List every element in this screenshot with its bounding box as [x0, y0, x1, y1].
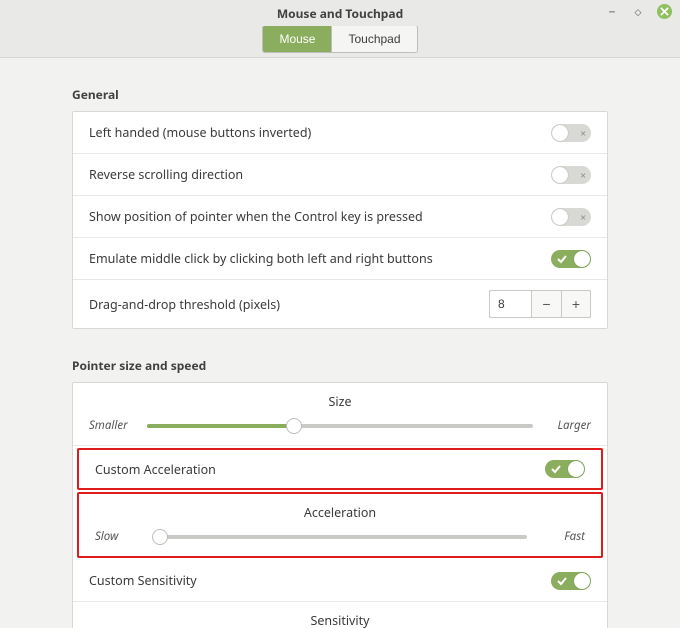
slider-accel-track — [153, 535, 527, 539]
tab-touchpad[interactable]: Touchpad — [331, 26, 416, 52]
label-accel: Acceleration — [95, 504, 585, 521]
tab-group: Mouse Touchpad — [262, 25, 417, 53]
window-title: Mouse and Touchpad — [277, 5, 403, 22]
row-dnd-threshold: Drag-and-drop threshold (pixels) − + — [73, 280, 607, 328]
toggle-custom-sens[interactable] — [551, 572, 591, 590]
panel-pointer: Size Smaller Larger Custom Acceleration — [72, 382, 608, 628]
section-general-title: General — [72, 86, 608, 103]
label-reverse-scroll: Reverse scrolling direction — [89, 166, 243, 183]
row-reverse-scroll: Reverse scrolling direction × — [73, 154, 607, 196]
block-accel: Acceleration Slow Fast — [77, 492, 603, 558]
row-show-position: Show position of pointer when the Contro… — [73, 196, 607, 238]
toggle-custom-accel[interactable] — [545, 460, 585, 478]
toggle-left-handed[interactable]: × — [551, 124, 591, 142]
label-sens: Sensitivity — [89, 612, 591, 628]
label-emulate-middle: Emulate middle click by clicking both le… — [89, 250, 433, 267]
slider-accel[interactable]: Slow Fast — [95, 529, 585, 544]
slider-accel-low: Slow — [95, 529, 143, 544]
row-custom-accel: Custom Acceleration — [77, 448, 603, 490]
panel-general: Left handed (mouse buttons inverted) × R… — [72, 111, 608, 329]
slider-accel-high: Fast — [537, 529, 585, 544]
slider-size-high: Larger — [543, 418, 591, 433]
slider-size-track — [147, 424, 533, 428]
label-custom-accel: Custom Acceleration — [95, 461, 216, 478]
block-sens: Sensitivity Low High — [73, 602, 607, 628]
toggle-show-position[interactable]: × — [551, 208, 591, 226]
window-controls: − ◇ — [605, 4, 672, 19]
label-left-handed: Left handed (mouse buttons inverted) — [89, 124, 311, 141]
stepper-dnd-threshold: − + — [489, 290, 591, 318]
input-dnd-threshold[interactable] — [489, 290, 531, 318]
label-custom-sens: Custom Sensitivity — [89, 572, 197, 589]
minimize-button[interactable]: − — [605, 5, 619, 19]
slider-size[interactable]: Smaller Larger — [89, 418, 591, 433]
titlebar: Mouse and Touchpad − ◇ — [0, 0, 680, 26]
tab-switcher: Mouse Touchpad — [0, 26, 680, 58]
button-dnd-dec[interactable]: − — [531, 290, 561, 318]
label-size: Size — [89, 393, 591, 410]
button-dnd-inc[interactable]: + — [561, 290, 591, 318]
row-left-handed: Left handed (mouse buttons inverted) × — [73, 112, 607, 154]
block-size: Size Smaller Larger — [73, 383, 607, 446]
close-icon — [660, 7, 669, 16]
maximize-button[interactable]: ◇ — [631, 5, 645, 19]
label-show-position: Show position of pointer when the Contro… — [89, 208, 423, 225]
tab-mouse[interactable]: Mouse — [263, 26, 331, 52]
toggle-emulate-middle[interactable] — [551, 250, 591, 268]
row-custom-sens: Custom Sensitivity — [73, 560, 607, 602]
section-pointer-title: Pointer size and speed — [72, 357, 608, 374]
settings-scroll[interactable]: General Left handed (mouse buttons inver… — [0, 58, 680, 628]
row-emulate-middle: Emulate middle click by clicking both le… — [73, 238, 607, 280]
window: Mouse and Touchpad − ◇ Mouse Touchpad Ge… — [0, 0, 680, 628]
close-button[interactable] — [657, 4, 672, 19]
toggle-reverse-scroll[interactable]: × — [551, 166, 591, 184]
slider-size-low: Smaller — [89, 418, 137, 433]
label-dnd-threshold: Drag-and-drop threshold (pixels) — [89, 296, 280, 313]
